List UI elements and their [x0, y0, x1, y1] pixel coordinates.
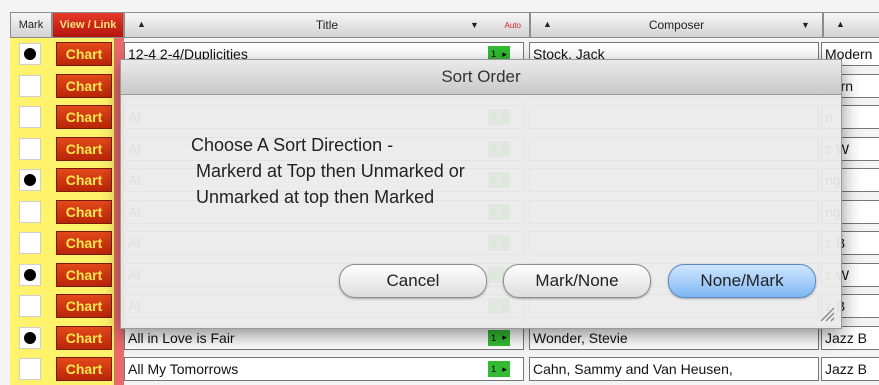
resize-grip-icon[interactable] [817, 304, 835, 322]
mark-checkbox[interactable] [19, 358, 41, 380]
composer-field[interactable]: Cahn, Sammy and Van Heusen, [529, 357, 819, 381]
title-field[interactable]: All My Tomorrows [124, 357, 524, 381]
chart-button[interactable]: Chart [56, 262, 112, 287]
genre-field[interactable]: Jazz B [821, 357, 879, 381]
mark-cell [10, 69, 52, 102]
dialog-message: Choose A Sort Direction - Markerd at Top… [191, 132, 465, 210]
mark-dot-icon [24, 174, 36, 186]
header-title-label: Title [315, 18, 339, 32]
mark-cell [10, 38, 52, 70]
mark-cell [10, 353, 52, 385]
sort-down-icon[interactable]: ▼ [470, 20, 479, 30]
chart-button[interactable]: Chart [56, 105, 112, 129]
mark-cell [10, 321, 52, 354]
title-field[interactable]: All in Love is Fair [124, 325, 524, 350]
mark-cell [10, 227, 52, 259]
mark-dot-icon [24, 331, 36, 344]
message-line: Unmarked at top then Marked [191, 187, 435, 207]
mark-dot-icon [24, 48, 36, 60]
mark-dot-icon [24, 268, 36, 281]
key-badge-icon[interactable]: 1▸ [488, 329, 510, 346]
sort-order-dialog: Sort Order Choose A Sort Direction - Mar… [120, 59, 842, 329]
header-composer[interactable]: ▲ Composer ▼ [530, 12, 823, 38]
header-title[interactable]: ▲ Title ▼ Auto [124, 12, 530, 38]
header-auto-label[interactable]: Auto [505, 21, 521, 30]
key-badge-icon[interactable]: 1▸ [488, 361, 510, 377]
chart-button[interactable]: Chart [56, 325, 112, 350]
mark-checkbox[interactable] [19, 74, 41, 97]
mark-checkbox[interactable] [19, 326, 41, 349]
message-line: Choose A Sort Direction - [191, 135, 394, 155]
mark-cell [10, 195, 52, 228]
header-composer-label: Composer [648, 18, 705, 32]
mark-cell [10, 290, 52, 322]
row-indicator [114, 353, 124, 385]
mark-cell [10, 258, 52, 291]
mark-cell [10, 101, 52, 133]
table-row[interactable]: Chart All My Tomorrows 1 ▸ Cahn, Sammy an… [10, 353, 879, 385]
chart-button[interactable]: Chart [56, 199, 112, 224]
chart-button[interactable]: Chart [56, 231, 112, 255]
mark-checkbox[interactable] [19, 43, 41, 65]
chart-button[interactable]: Chart [56, 294, 112, 318]
composer-field[interactable]: Wonder, Stevie [529, 325, 819, 350]
mark-checkbox[interactable] [19, 137, 41, 160]
chart-button[interactable]: Chart [56, 168, 112, 192]
chart-button[interactable]: Chart [56, 73, 112, 98]
genre-field[interactable]: Jazz B [821, 325, 879, 350]
message-line: Markerd at Top then Unmarked or [191, 161, 465, 181]
mark-checkbox[interactable] [19, 295, 41, 317]
header-genre[interactable]: ▲ [823, 12, 879, 38]
header-mark-label: Mark [18, 19, 44, 31]
chart-button[interactable]: Chart [56, 136, 112, 161]
mark-cell [10, 164, 52, 196]
sort-down-icon[interactable]: ▼ [801, 20, 810, 30]
chart-button[interactable]: Chart [56, 42, 112, 66]
mark-checkbox[interactable] [19, 169, 41, 191]
chart-button[interactable]: Chart [56, 357, 112, 381]
sort-up-icon[interactable]: ▲ [836, 19, 845, 29]
mark-checkbox[interactable] [19, 232, 41, 254]
mark-cell [10, 132, 52, 165]
mark-checkbox[interactable] [19, 200, 41, 223]
mark-checkbox[interactable] [19, 263, 41, 286]
mark-none-button[interactable]: Mark/None [503, 264, 651, 298]
dialog-title: Sort Order [121, 60, 841, 95]
header-view-link-label: View / Link [59, 19, 117, 31]
header-view-link[interactable]: View / Link [52, 12, 124, 38]
mark-checkbox[interactable] [19, 106, 41, 128]
header-mark[interactable]: Mark [10, 12, 52, 38]
cancel-button[interactable]: Cancel [339, 264, 487, 298]
none-mark-button[interactable]: None/Mark [668, 264, 816, 298]
